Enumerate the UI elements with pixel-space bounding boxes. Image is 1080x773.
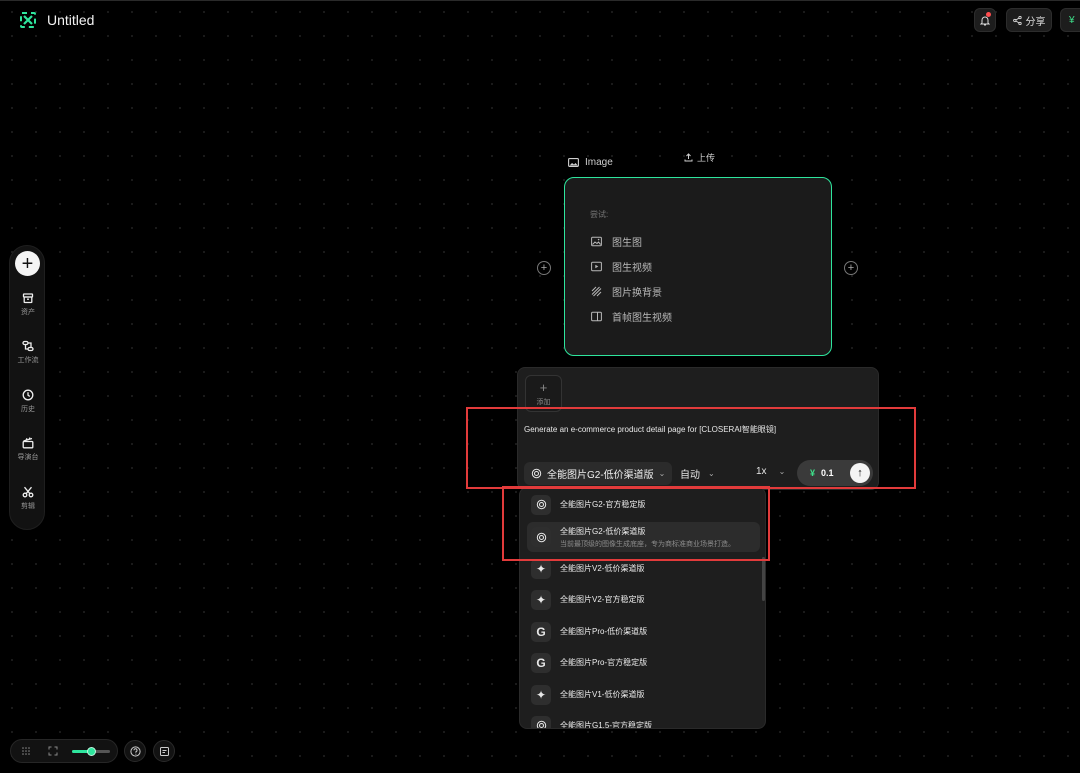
project-title[interactable]: Untitled [47, 12, 94, 28]
app-logo-icon[interactable] [20, 12, 36, 28]
scissors-icon [22, 486, 34, 498]
toolbar-label: 导演台 [17, 454, 39, 461]
currency-symbol: ¥ [1069, 14, 1075, 26]
option-label: 图生图 [612, 238, 642, 249]
google-icon: G [531, 621, 551, 642]
help-button[interactable] [124, 740, 146, 762]
option-label: 图生视频 [612, 263, 652, 274]
model-option-name: 全能图片V1-低价渠道版 [560, 690, 645, 699]
workflow-icon [22, 340, 34, 352]
sparkle-icon: ✦ [531, 558, 551, 579]
sparkle-icon: ✦ [531, 589, 551, 610]
add-output-connector[interactable]: + [844, 261, 858, 275]
model-option[interactable]: ✦ 全能图片V1-低价渠道版 [527, 680, 760, 709]
plus-icon: + [540, 261, 548, 274]
dropdown-scrollbar[interactable] [762, 557, 765, 601]
stripes-icon [591, 286, 602, 297]
grid-icon[interactable] [22, 747, 30, 755]
zoom-slider[interactable] [72, 747, 110, 756]
notification-button[interactable] [974, 8, 996, 32]
notes-icon [159, 746, 169, 756]
model-option-name: 全能图片Pro-官方稳定版 [560, 658, 648, 667]
image-icon [591, 236, 602, 247]
model-option-name: 全能图片V2-低价渠道版 [560, 564, 645, 573]
node-header: Image [568, 157, 613, 168]
option-change-background[interactable]: 图片换背景 [591, 284, 662, 299]
sparkle-icon: ✦ [531, 684, 551, 705]
openai-icon [531, 715, 551, 728]
upload-icon [684, 153, 693, 162]
plus-icon: + [21, 252, 34, 275]
clapperboard-icon [22, 437, 34, 449]
toolbar-item-director[interactable]: 导演台 [10, 437, 46, 462]
option-first-frame-video[interactable]: 首帧图生视频 [591, 309, 672, 324]
option-image-to-image[interactable]: 图生图 [591, 234, 642, 249]
model-option[interactable]: ✦ 全能图片V2-官方稳定版 [527, 585, 760, 614]
option-label: 首帧图生视频 [612, 313, 672, 324]
annotation-box-model [502, 486, 770, 561]
upload-label: 上传 [697, 153, 716, 163]
toolbar-label: 历史 [21, 406, 35, 413]
notes-button[interactable] [153, 740, 175, 762]
notification-dot [986, 12, 991, 17]
top-border [0, 0, 1080, 1]
share-icon [1012, 15, 1022, 25]
try-label: 尝试: [590, 210, 609, 219]
left-toolbar: + 资产 工作流 历史 导演台 剪辑 [9, 245, 45, 530]
model-option[interactable]: G 全能图片Pro-官方稳定版 [527, 648, 760, 677]
model-option-name: 全能图片G1.5-官方稳定版 [560, 721, 653, 729]
clock-icon [22, 389, 34, 401]
plus-icon: + [539, 379, 548, 395]
toolbar-label: 工作流 [17, 357, 39, 364]
add-node-button[interactable]: + [15, 251, 40, 276]
model-option-name: 全能图片V2-官方稳定版 [560, 595, 645, 604]
model-option[interactable]: 全能图片G1.5-官方稳定版 [527, 711, 760, 729]
plus-icon: + [847, 261, 855, 274]
upload-button[interactable]: 上传 [684, 151, 715, 164]
model-option-name: 全能图片Pro-低价渠道版 [560, 627, 648, 636]
annotation-box-prompt [466, 407, 916, 489]
toolbar-item-history[interactable]: 历史 [10, 389, 46, 414]
toolbar-item-edit[interactable]: 剪辑 [10, 486, 46, 511]
toolbar-label: 剪辑 [21, 503, 35, 510]
toolbar-item-assets[interactable]: 资产 [10, 292, 46, 317]
help-icon [129, 745, 141, 757]
zoom-slider-knob[interactable] [86, 747, 96, 756]
google-icon: G [531, 652, 551, 673]
toolbar-label: 资产 [21, 309, 35, 316]
toolbar-item-workflow[interactable]: 工作流 [10, 340, 46, 365]
add-label: 添加 [536, 398, 551, 406]
node-title: Image [585, 157, 613, 168]
archive-icon [22, 293, 34, 304]
model-option[interactable]: G 全能图片Pro-低价渠道版 [527, 617, 760, 646]
image-icon [568, 158, 579, 167]
frame-icon [591, 311, 602, 322]
option-image-to-video[interactable]: 图生视频 [591, 259, 652, 274]
share-label: 分享 [1025, 16, 1046, 28]
video-icon [591, 261, 602, 272]
add-input-connector[interactable]: + [537, 261, 551, 275]
option-label: 图片换背景 [612, 288, 662, 299]
fit-view-icon[interactable] [48, 746, 58, 756]
canvas-controls [10, 739, 118, 763]
share-button[interactable]: 分享 [1006, 8, 1052, 32]
balance-button[interactable]: ¥ [1060, 8, 1080, 32]
image-node-card[interactable]: 尝试: 图生图 图生视频 图片换背景 首帧图生视频 [564, 177, 832, 356]
